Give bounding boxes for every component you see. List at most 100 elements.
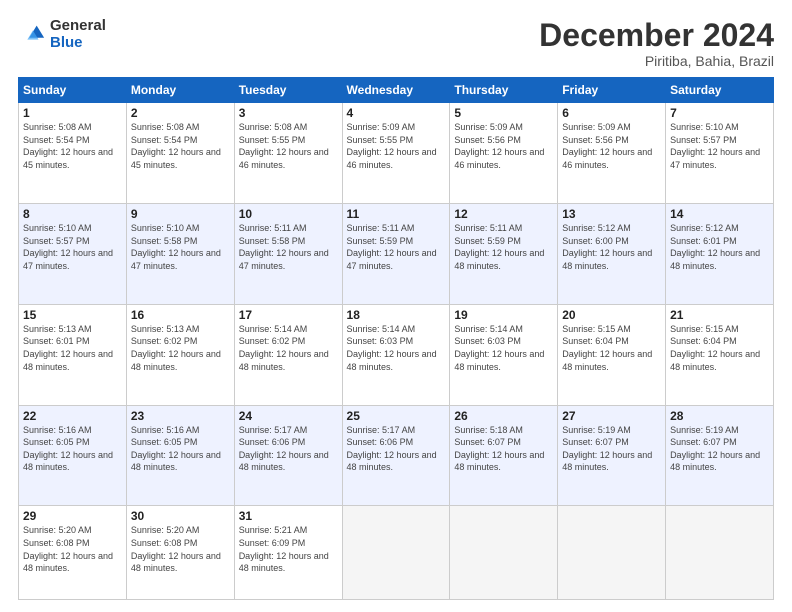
logo-icon — [18, 21, 46, 49]
calendar-table: Sunday Monday Tuesday Wednesday Thursday… — [18, 77, 774, 600]
calendar-cell — [450, 506, 558, 600]
calendar-cell: 1 Sunrise: 5:08 AMSunset: 5:54 PMDayligh… — [19, 103, 127, 204]
col-saturday: Saturday — [666, 78, 774, 103]
day-info: Sunrise: 5:11 AMSunset: 5:59 PMDaylight:… — [347, 223, 437, 271]
calendar-cell: 15 Sunrise: 5:13 AMSunset: 6:01 PMDaylig… — [19, 304, 127, 405]
day-number: 7 — [670, 106, 769, 120]
table-row: 8 Sunrise: 5:10 AMSunset: 5:57 PMDayligh… — [19, 204, 774, 305]
day-info: Sunrise: 5:12 AMSunset: 6:01 PMDaylight:… — [670, 223, 760, 271]
day-number: 10 — [239, 207, 338, 221]
calendar-cell: 23 Sunrise: 5:16 AMSunset: 6:05 PMDaylig… — [126, 405, 234, 506]
calendar-cell: 27 Sunrise: 5:19 AMSunset: 6:07 PMDaylig… — [558, 405, 666, 506]
day-info: Sunrise: 5:19 AMSunset: 6:07 PMDaylight:… — [670, 425, 760, 473]
calendar-cell: 10 Sunrise: 5:11 AMSunset: 5:58 PMDaylig… — [234, 204, 342, 305]
day-info: Sunrise: 5:21 AMSunset: 6:09 PMDaylight:… — [239, 525, 329, 573]
calendar-cell: 5 Sunrise: 5:09 AMSunset: 5:56 PMDayligh… — [450, 103, 558, 204]
logo-text: General Blue — [50, 18, 106, 51]
calendar-cell — [558, 506, 666, 600]
calendar-cell: 8 Sunrise: 5:10 AMSunset: 5:57 PMDayligh… — [19, 204, 127, 305]
day-number: 17 — [239, 308, 338, 322]
day-number: 12 — [454, 207, 553, 221]
day-info: Sunrise: 5:12 AMSunset: 6:00 PMDaylight:… — [562, 223, 652, 271]
logo-general-text: General — [50, 18, 106, 35]
table-row: 1 Sunrise: 5:08 AMSunset: 5:54 PMDayligh… — [19, 103, 774, 204]
day-info: Sunrise: 5:17 AMSunset: 6:06 PMDaylight:… — [239, 425, 329, 473]
day-info: Sunrise: 5:08 AMSunset: 5:54 PMDaylight:… — [23, 122, 113, 170]
calendar-cell: 19 Sunrise: 5:14 AMSunset: 6:03 PMDaylig… — [450, 304, 558, 405]
calendar-cell — [342, 506, 450, 600]
day-number: 4 — [347, 106, 446, 120]
table-row: 15 Sunrise: 5:13 AMSunset: 6:01 PMDaylig… — [19, 304, 774, 405]
day-number: 1 — [23, 106, 122, 120]
day-info: Sunrise: 5:20 AMSunset: 6:08 PMDaylight:… — [131, 525, 221, 573]
table-row: 22 Sunrise: 5:16 AMSunset: 6:05 PMDaylig… — [19, 405, 774, 506]
day-info: Sunrise: 5:19 AMSunset: 6:07 PMDaylight:… — [562, 425, 652, 473]
calendar-cell: 11 Sunrise: 5:11 AMSunset: 5:59 PMDaylig… — [342, 204, 450, 305]
day-number: 11 — [347, 207, 446, 221]
day-number: 20 — [562, 308, 661, 322]
calendar-cell: 12 Sunrise: 5:11 AMSunset: 5:59 PMDaylig… — [450, 204, 558, 305]
calendar-cell: 31 Sunrise: 5:21 AMSunset: 6:09 PMDaylig… — [234, 506, 342, 600]
day-info: Sunrise: 5:14 AMSunset: 6:02 PMDaylight:… — [239, 324, 329, 372]
day-number: 3 — [239, 106, 338, 120]
col-monday: Monday — [126, 78, 234, 103]
col-friday: Friday — [558, 78, 666, 103]
day-info: Sunrise: 5:09 AMSunset: 5:55 PMDaylight:… — [347, 122, 437, 170]
calendar-cell: 14 Sunrise: 5:12 AMSunset: 6:01 PMDaylig… — [666, 204, 774, 305]
day-info: Sunrise: 5:17 AMSunset: 6:06 PMDaylight:… — [347, 425, 437, 473]
day-info: Sunrise: 5:16 AMSunset: 6:05 PMDaylight:… — [131, 425, 221, 473]
calendar-cell: 18 Sunrise: 5:14 AMSunset: 6:03 PMDaylig… — [342, 304, 450, 405]
day-number: 26 — [454, 409, 553, 423]
day-number: 5 — [454, 106, 553, 120]
day-info: Sunrise: 5:08 AMSunset: 5:55 PMDaylight:… — [239, 122, 329, 170]
header-row: Sunday Monday Tuesday Wednesday Thursday… — [19, 78, 774, 103]
calendar-cell: 16 Sunrise: 5:13 AMSunset: 6:02 PMDaylig… — [126, 304, 234, 405]
calendar-cell: 2 Sunrise: 5:08 AMSunset: 5:54 PMDayligh… — [126, 103, 234, 204]
day-number: 21 — [670, 308, 769, 322]
day-info: Sunrise: 5:10 AMSunset: 5:57 PMDaylight:… — [23, 223, 113, 271]
calendar-cell: 30 Sunrise: 5:20 AMSunset: 6:08 PMDaylig… — [126, 506, 234, 600]
day-number: 18 — [347, 308, 446, 322]
col-sunday: Sunday — [19, 78, 127, 103]
day-info: Sunrise: 5:11 AMSunset: 5:58 PMDaylight:… — [239, 223, 329, 271]
logo: General Blue — [18, 18, 106, 51]
month-title: December 2024 — [539, 18, 774, 53]
day-number: 13 — [562, 207, 661, 221]
calendar-cell: 21 Sunrise: 5:15 AMSunset: 6:04 PMDaylig… — [666, 304, 774, 405]
day-number: 6 — [562, 106, 661, 120]
day-info: Sunrise: 5:15 AMSunset: 6:04 PMDaylight:… — [670, 324, 760, 372]
day-info: Sunrise: 5:09 AMSunset: 5:56 PMDaylight:… — [454, 122, 544, 170]
day-number: 2 — [131, 106, 230, 120]
calendar-cell: 20 Sunrise: 5:15 AMSunset: 6:04 PMDaylig… — [558, 304, 666, 405]
day-number: 9 — [131, 207, 230, 221]
day-info: Sunrise: 5:13 AMSunset: 6:01 PMDaylight:… — [23, 324, 113, 372]
day-info: Sunrise: 5:18 AMSunset: 6:07 PMDaylight:… — [454, 425, 544, 473]
day-info: Sunrise: 5:20 AMSunset: 6:08 PMDaylight:… — [23, 525, 113, 573]
day-info: Sunrise: 5:10 AMSunset: 5:57 PMDaylight:… — [670, 122, 760, 170]
day-number: 14 — [670, 207, 769, 221]
col-thursday: Thursday — [450, 78, 558, 103]
calendar-cell: 29 Sunrise: 5:20 AMSunset: 6:08 PMDaylig… — [19, 506, 127, 600]
day-number: 23 — [131, 409, 230, 423]
calendar-cell: 4 Sunrise: 5:09 AMSunset: 5:55 PMDayligh… — [342, 103, 450, 204]
day-info: Sunrise: 5:14 AMSunset: 6:03 PMDaylight:… — [347, 324, 437, 372]
day-info: Sunrise: 5:09 AMSunset: 5:56 PMDaylight:… — [562, 122, 652, 170]
col-wednesday: Wednesday — [342, 78, 450, 103]
day-number: 16 — [131, 308, 230, 322]
day-number: 19 — [454, 308, 553, 322]
day-info: Sunrise: 5:13 AMSunset: 6:02 PMDaylight:… — [131, 324, 221, 372]
header: General Blue December 2024 Piritiba, Bah… — [18, 18, 774, 69]
location: Piritiba, Bahia, Brazil — [539, 53, 774, 69]
calendar-cell: 22 Sunrise: 5:16 AMSunset: 6:05 PMDaylig… — [19, 405, 127, 506]
day-number: 25 — [347, 409, 446, 423]
day-info: Sunrise: 5:15 AMSunset: 6:04 PMDaylight:… — [562, 324, 652, 372]
day-info: Sunrise: 5:14 AMSunset: 6:03 PMDaylight:… — [454, 324, 544, 372]
day-number: 8 — [23, 207, 122, 221]
title-section: December 2024 Piritiba, Bahia, Brazil — [539, 18, 774, 69]
col-tuesday: Tuesday — [234, 78, 342, 103]
day-info: Sunrise: 5:11 AMSunset: 5:59 PMDaylight:… — [454, 223, 544, 271]
calendar-cell: 7 Sunrise: 5:10 AMSunset: 5:57 PMDayligh… — [666, 103, 774, 204]
calendar-cell: 9 Sunrise: 5:10 AMSunset: 5:58 PMDayligh… — [126, 204, 234, 305]
day-info: Sunrise: 5:08 AMSunset: 5:54 PMDaylight:… — [131, 122, 221, 170]
day-number: 31 — [239, 509, 338, 523]
